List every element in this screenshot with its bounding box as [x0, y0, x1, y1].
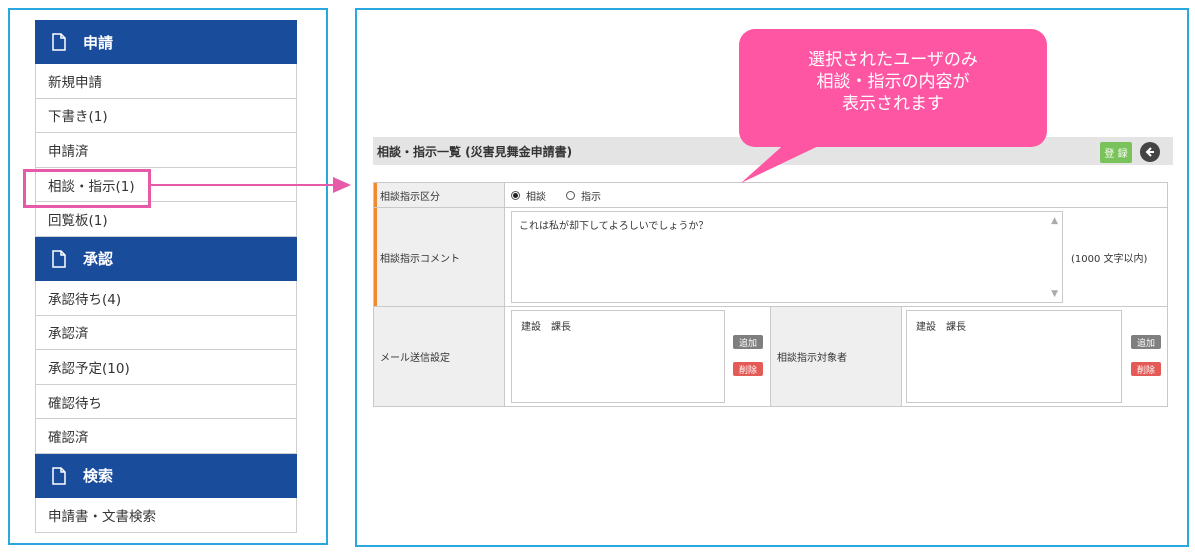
target-label-text: 相談指示対象者	[777, 353, 847, 364]
menu-header-apply: 申請	[35, 20, 297, 64]
type-radio-group: 相談 指示	[505, 183, 601, 207]
menu-item-awaiting-confirmation[interactable]: 確認待ち	[35, 384, 297, 420]
callout-line-1: 選択されたユーザのみ	[808, 50, 978, 70]
menu-header-label: 申請	[83, 33, 114, 52]
target-user-list[interactable]: 建設 課長	[906, 310, 1122, 403]
connector-arrow-line	[150, 184, 335, 186]
callout-bubble: 選択されたユーザのみ 相談・指示の内容が 表示されます	[739, 29, 1047, 147]
menu-item-awaiting-approval[interactable]: 承認待ち(4)	[35, 280, 297, 316]
callout-line-3: 表示されます	[842, 94, 944, 114]
mail-recipient-list[interactable]: 建設 課長	[511, 310, 725, 403]
form-row-recipients: メール送信設定 建設 課長 追加 削除 相談指示対象者 建設 課長 追加 削除	[374, 307, 1167, 406]
radio-consult[interactable]	[511, 190, 520, 200]
menu-item-new-application[interactable]: 新規申請	[35, 64, 297, 99]
menu-header-search: 検索	[35, 453, 297, 498]
sidebar-menu: 申請 新規申請 下書き(1) 申請済 相談・指示(1) 回覧板(1) 承認 承認…	[35, 20, 297, 533]
menu-header-label: 検索	[83, 467, 114, 486]
comment-limit-note: (1000 文字以内)	[1071, 254, 1148, 265]
menu-item-applied[interactable]: 申請済	[35, 133, 297, 168]
menu-item-approved[interactable]: 承認済	[35, 315, 297, 351]
back-arrow-icon[interactable]	[1140, 142, 1160, 162]
comment-label: 相談指示コメント	[374, 208, 505, 306]
mail-add-button[interactable]: 追加	[733, 335, 763, 349]
consult-form: 相談指示区分 相談 指示 相談指示コメント これは私が却下してよろしいでしょうか…	[373, 182, 1168, 407]
highlight-box	[23, 169, 151, 208]
comment-textarea[interactable]: これは私が却下してよろしいでしょうか？ ▲ ▼	[511, 211, 1063, 303]
left-panel: 申請 新規申請 下書き(1) 申請済 相談・指示(1) 回覧板(1) 承認 承認…	[8, 8, 328, 545]
radio-consult-label: 相談	[526, 191, 546, 203]
list-item[interactable]: 建設 課長	[521, 318, 715, 333]
chevron-up-icon[interactable]: ▲	[1051, 216, 1058, 226]
register-button[interactable]: 登 録	[1100, 142, 1132, 163]
form-row-type: 相談指示区分 相談 指示	[374, 183, 1167, 208]
radio-instruct-label: 指示	[581, 191, 601, 203]
chevron-down-icon[interactable]: ▼	[1051, 289, 1058, 299]
target-label: 相談指示対象者	[770, 307, 902, 406]
callout-line-2: 相談・指示の内容が	[816, 72, 970, 92]
menu-header-approval: 承認	[35, 236, 297, 281]
mail-label: メール送信設定	[374, 307, 505, 406]
document-icon	[52, 33, 66, 51]
menu-header-label: 承認	[83, 250, 114, 269]
target-delete-button[interactable]: 削除	[1131, 362, 1161, 376]
document-icon	[52, 250, 66, 268]
menu-item-scheduled-approval[interactable]: 承認予定(10)	[35, 350, 297, 385]
radio-instruct[interactable]	[566, 190, 575, 200]
menu-item-document-search[interactable]: 申請書・文書検索	[35, 497, 297, 533]
menu-item-draft[interactable]: 下書き(1)	[35, 98, 297, 134]
type-label: 相談指示区分	[374, 183, 505, 207]
document-icon	[52, 467, 66, 485]
mail-delete-button[interactable]: 削除	[733, 362, 763, 376]
list-item[interactable]: 建設 課長	[916, 318, 1112, 333]
arrow-right-icon	[333, 177, 351, 193]
menu-item-confirmed[interactable]: 確認済	[35, 419, 297, 454]
comment-text: これは私が却下してよろしいでしょうか？	[519, 221, 709, 232]
form-row-comment: 相談指示コメント これは私が却下してよろしいでしょうか？ ▲ ▼ (1000 文…	[374, 208, 1167, 307]
target-add-button[interactable]: 追加	[1131, 335, 1161, 349]
